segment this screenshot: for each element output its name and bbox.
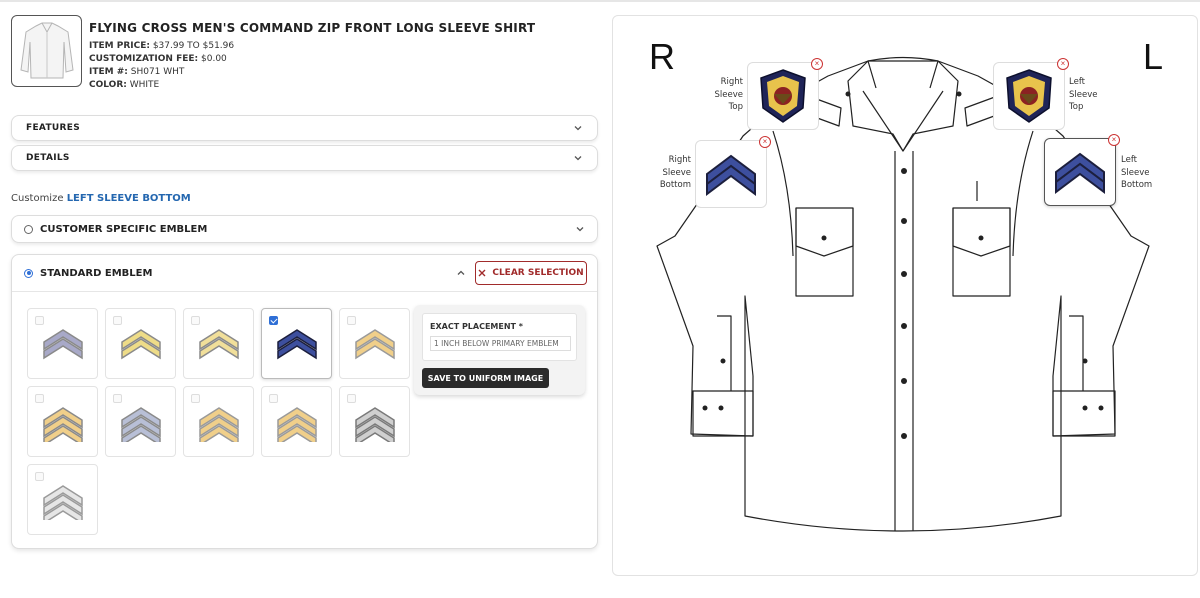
right-sleeve-top-patch[interactable]: × xyxy=(747,58,823,130)
emblem-checkbox[interactable] xyxy=(191,316,200,325)
customer-specific-label: CUSTOMER SPECIFIC EMBLEM xyxy=(40,223,208,235)
item-color: COLOR: WHITE xyxy=(89,80,160,90)
right-sleeve-bottom-label: Right Sleeve Bottom xyxy=(659,155,691,190)
emblem-tile[interactable] xyxy=(27,308,98,379)
chevron-emblem-icon xyxy=(42,484,83,520)
right-sleeve-top-label: Right Sleeve Top xyxy=(714,77,743,112)
chevron-emblem-icon xyxy=(198,406,239,442)
chevron-down-icon xyxy=(574,156,582,161)
emblem-tile[interactable] xyxy=(339,308,410,379)
product-title: FLYING CROSS MEN'S COMMAND ZIP FRONT LON… xyxy=(89,21,536,35)
emblem-tile[interactable] xyxy=(261,386,332,457)
emblem-tile[interactable] xyxy=(183,308,254,379)
emblem-tile[interactable] xyxy=(105,386,176,457)
chevron-emblem-icon xyxy=(354,406,395,442)
clear-selection-button[interactable]: CLEAR SELECTION xyxy=(475,261,587,285)
customize-location: LEFT SLEEVE BOTTOM xyxy=(66,193,191,204)
left-sleeve-bottom-patch[interactable]: × xyxy=(1044,134,1120,206)
details-label: DETAILS xyxy=(26,153,70,163)
chevron-down-icon xyxy=(574,126,582,131)
chevron-emblem-icon xyxy=(198,328,239,359)
exact-placement-label: EXACT PLACEMENT * xyxy=(430,322,523,331)
right-sleeve-bottom-patch[interactable]: × xyxy=(695,136,771,208)
customer-specific-radio[interactable] xyxy=(24,224,33,234)
left-sleeve-bottom-label: Left Sleeve Bottom xyxy=(1121,155,1153,190)
emblem-checkbox[interactable] xyxy=(113,394,122,403)
emblem-checkbox[interactable] xyxy=(113,316,122,325)
emblem-tile[interactable] xyxy=(105,308,176,379)
emblem-checkbox[interactable] xyxy=(347,316,356,325)
customer-specific-emblem-option[interactable]: CUSTOMER SPECIFIC EMBLEM xyxy=(11,215,598,243)
police-badge-icon xyxy=(1006,69,1052,123)
shirt-thumbnail-image xyxy=(19,22,74,79)
chevron-emblem-icon xyxy=(354,328,395,359)
top-divider xyxy=(0,0,1200,2)
emblem-tile[interactable] xyxy=(27,386,98,457)
customize-heading: Customize LEFT SLEEVE BOTTOM xyxy=(11,193,191,204)
emblem-checkbox[interactable] xyxy=(269,394,278,403)
exact-placement-input[interactable]: 1 INCH BELOW PRIMARY EMBLEM xyxy=(430,336,571,351)
emblem-checkbox[interactable] xyxy=(269,316,278,325)
customization-fee: CUSTOMIZATION FEE: $0.00 xyxy=(89,54,227,64)
remove-patch-icon[interactable]: × xyxy=(1057,58,1069,70)
left-sleeve-top-label: Left Sleeve Top xyxy=(1069,77,1098,112)
chevron-down-icon xyxy=(576,227,584,232)
emblem-checkbox[interactable] xyxy=(35,472,44,481)
shirt-outline xyxy=(656,56,1150,532)
emblem-tile[interactable] xyxy=(27,464,98,535)
chevron-emblem-icon xyxy=(120,406,161,442)
remove-patch-icon[interactable]: × xyxy=(811,58,823,70)
emblem-checkbox[interactable] xyxy=(35,316,44,325)
chevron-emblem-icon xyxy=(42,328,83,359)
save-to-uniform-image-button[interactable]: SAVE TO UNIFORM IMAGE xyxy=(422,368,549,388)
emblem-tile[interactable] xyxy=(183,386,254,457)
chevron-emblem-icon xyxy=(276,406,317,442)
close-icon xyxy=(478,269,486,277)
item-price: ITEM PRICE: $37.99 TO $51.96 xyxy=(89,41,235,51)
chevron-up-icon[interactable] xyxy=(456,268,466,278)
placement-field-box: EXACT PLACEMENT * 1 INCH BELOW PRIMARY E… xyxy=(422,313,577,361)
left-sleeve-top-patch[interactable]: × xyxy=(993,58,1069,130)
features-label: FEATURES xyxy=(26,123,80,133)
remove-patch-icon[interactable]: × xyxy=(1108,134,1120,146)
police-badge-icon xyxy=(760,69,806,123)
emblem-checkbox[interactable] xyxy=(347,394,356,403)
right-side-indicator: R xyxy=(649,36,675,77)
chevron-emblem-icon xyxy=(706,154,756,196)
chevron-emblem-icon xyxy=(42,406,83,442)
chevron-emblem-icon xyxy=(1055,152,1105,194)
uniform-preview: R L Right Sleeve Top Left Sleeve Top Right Sl… xyxy=(612,15,1198,576)
left-side-indicator: L xyxy=(1143,36,1164,77)
standard-emblem-header[interactable]: STANDARD EMBLEM CLEAR SELECTION xyxy=(12,255,597,292)
emblem-checkbox[interactable] xyxy=(191,394,200,403)
product-thumbnail xyxy=(11,15,82,87)
item-number: ITEM #: SH071 WHT xyxy=(89,67,185,77)
chevron-emblem-icon xyxy=(276,328,317,359)
details-accordion[interactable]: DETAILS xyxy=(11,145,598,171)
standard-emblem-label: STANDARD EMBLEM xyxy=(40,267,153,279)
emblem-tile[interactable] xyxy=(339,386,410,457)
chevron-emblem-icon xyxy=(120,328,161,359)
emblem-tile[interactable] xyxy=(261,308,332,379)
standard-emblem-radio[interactable] xyxy=(24,268,33,278)
remove-patch-icon[interactable]: × xyxy=(759,136,771,148)
placement-card: EXACT PLACEMENT * 1 INCH BELOW PRIMARY E… xyxy=(414,305,585,395)
features-accordion[interactable]: FEATURES xyxy=(11,115,598,141)
emblem-checkbox[interactable] xyxy=(35,394,44,403)
